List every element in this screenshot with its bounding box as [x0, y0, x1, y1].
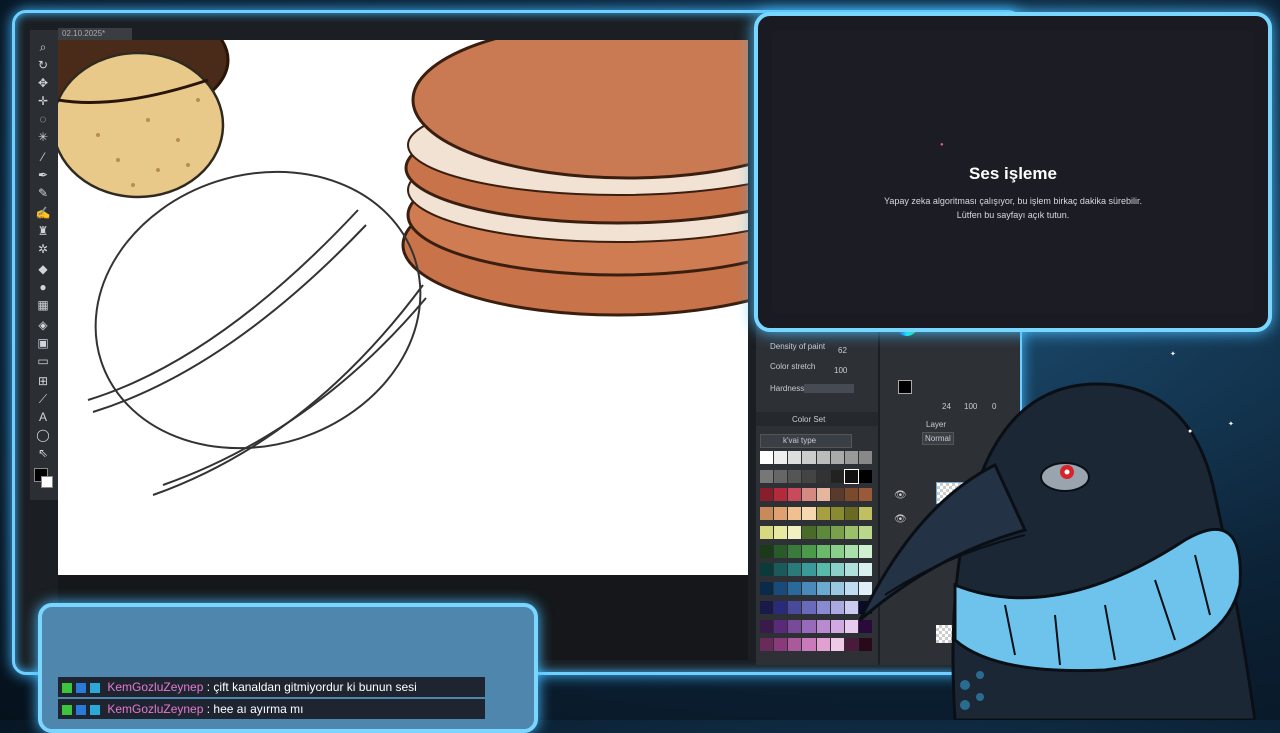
correct-line-icon[interactable]: ⇖ [34, 446, 52, 460]
stretch-value[interactable]: 100 [834, 366, 847, 375]
frame-icon[interactable]: ⊞ [34, 374, 52, 388]
eraser-icon[interactable]: ◆ [34, 262, 52, 276]
move-icon[interactable]: ✛ [34, 94, 52, 108]
ruler-icon[interactable]: ⟋ [34, 392, 52, 406]
brush-icon[interactable]: ✍ [34, 206, 52, 220]
figure-icon[interactable]: ▭ [34, 354, 52, 368]
badge-icon [62, 682, 72, 693]
document-tab[interactable]: 02.10.2025* [58, 28, 132, 40]
move-layer-icon[interactable]: ✥ [34, 76, 52, 90]
crow-mascot-avatar [858, 382, 1257, 720]
tool-palette: ⌕ ↻ ✥ ✛ ◌ ✳ ⁄ ✒ ✎ ✍ ♜ ✲ ◆ ● ▦ ◈ ▣ ▭ ⊞ ⟋ … [30, 30, 58, 500]
density-label: Density of paint [770, 342, 826, 351]
canvas-artwork [58, 40, 748, 496]
chat-text: hee aı ayırma mı [213, 702, 304, 716]
gradient-icon[interactable]: ▣ [34, 336, 52, 350]
eyedropper-icon[interactable]: ⁄ [34, 150, 52, 164]
chat-separator: : [203, 680, 214, 694]
chat-username[interactable]: KemGozluZeynep [107, 680, 203, 694]
airbrush-icon[interactable]: ♜ [34, 224, 52, 238]
color-set-dropdown[interactable]: k'vai type [760, 434, 852, 448]
decoration-icon[interactable]: ✲ [34, 242, 52, 256]
star-sparkle: ✦ [1228, 421, 1234, 428]
text-icon[interactable]: A [34, 410, 52, 424]
pencil-icon[interactable]: ✎ [34, 186, 52, 200]
star-sparkle: ● [1188, 428, 1193, 435]
fill-icon[interactable]: ◈ [34, 318, 52, 332]
popup-message-line2: Lütfen bu sayfayı açık tutun. [956, 210, 1070, 220]
pen-icon[interactable]: ✒ [34, 168, 52, 182]
hardness-label: Hardness [770, 384, 805, 393]
chat-separator: : [203, 702, 214, 716]
hardness-slider[interactable] [804, 384, 854, 393]
chat-message: KemGozluZeynep : hee aı ayırma mı [58, 699, 485, 719]
star-sparkle: ✦ [1170, 351, 1176, 358]
lasso-icon[interactable]: ◌ [34, 112, 52, 126]
badge-icon [90, 704, 100, 715]
popup-cursor-dot: ● [940, 142, 944, 148]
magic-wand-icon[interactable]: ✳ [34, 130, 52, 144]
drawing-canvas[interactable] [58, 40, 748, 575]
rotate-icon[interactable]: ↻ [34, 58, 52, 72]
color-set-title: Color Set [792, 415, 826, 424]
badge-icon [62, 704, 72, 715]
blend-icon[interactable]: ● [34, 280, 52, 294]
chat-username[interactable]: KemGozluZeynep [107, 702, 203, 716]
balloon-icon[interactable]: ◯ [34, 428, 52, 442]
popup-panel: ● Ses işleme Yapay zeka algoritması çalı… [772, 30, 1254, 314]
processing-popup: ● Ses işleme Yapay zeka algoritması çalı… [754, 12, 1272, 332]
chat-message: KemGozluZeynep : çift kanaldan gitmiyord… [58, 677, 485, 697]
badge-icon [90, 682, 100, 693]
popup-message-line1: Yapay zeka algoritması çalışıyor, bu işl… [884, 196, 1142, 206]
badge-icon [76, 704, 86, 715]
color-set-dropdown-label: k'vai type [783, 436, 817, 445]
badge-icon [76, 682, 86, 693]
grid-icon[interactable]: ▦ [34, 298, 52, 312]
popup-title: Ses işleme [969, 164, 1057, 183]
stretch-label: Color stretch [770, 362, 816, 371]
sub-color-swatch[interactable] [41, 476, 53, 488]
density-value[interactable]: 62 [838, 346, 847, 355]
zoom-icon[interactable]: ⌕ [34, 40, 52, 54]
chat-text: çift kanaldan gitmiyordur ki bunun sesi [213, 680, 417, 694]
